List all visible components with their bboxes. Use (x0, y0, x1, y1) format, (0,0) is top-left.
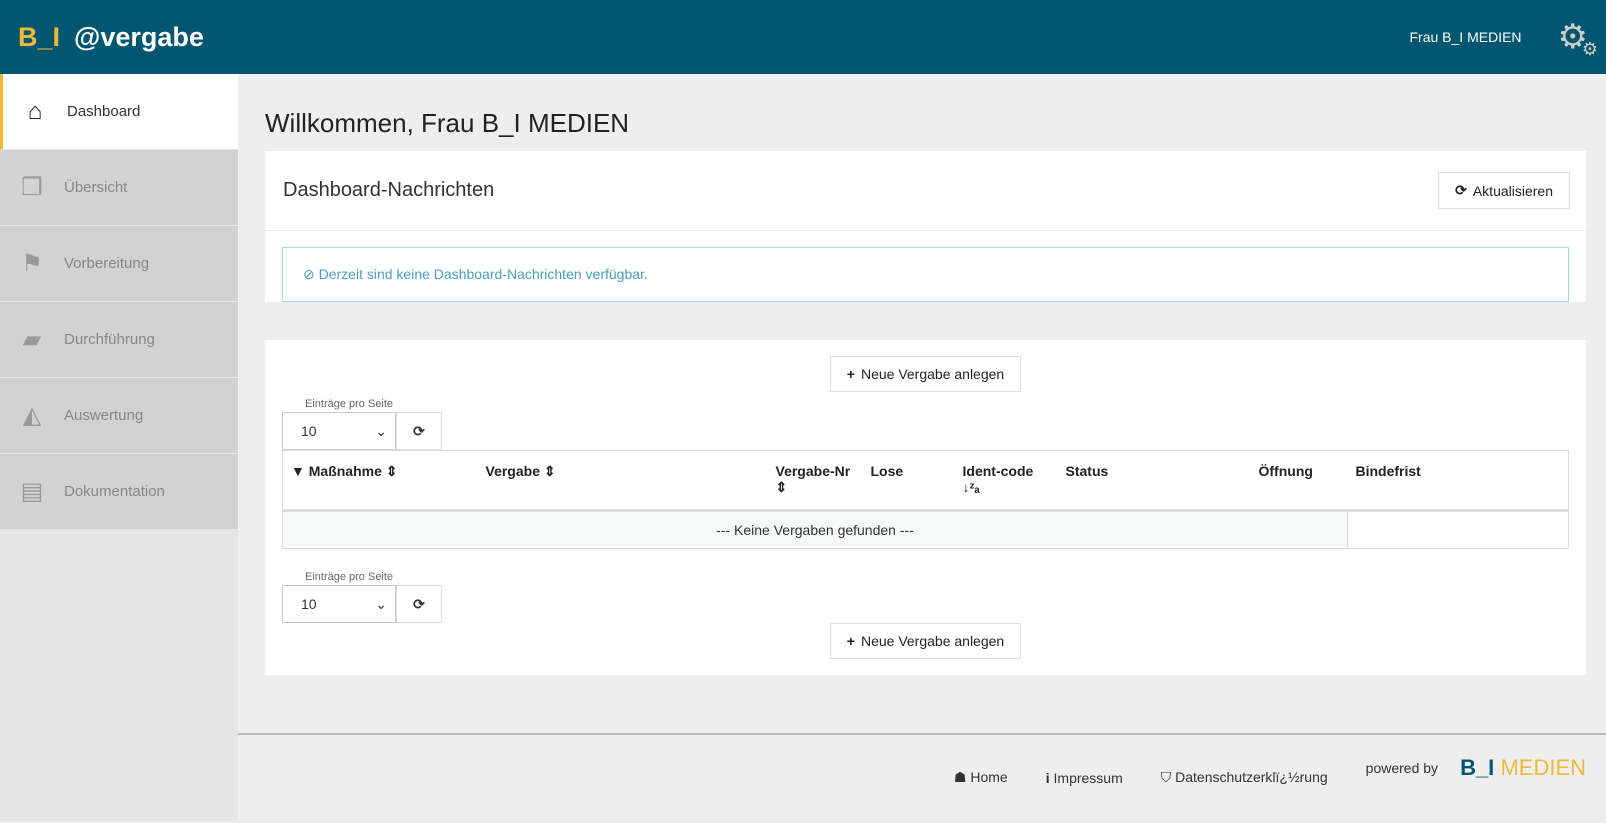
sidebar-item-durchfuehrung[interactable]: ▰ Durchführung (0, 302, 238, 378)
vergaben-panel: + Neue Vergabe anlegen Einträge pro Seite… (265, 340, 1586, 675)
news-panel: Dashboard-Nachrichten ⟳ Aktualisieren ⊘ D… (265, 151, 1586, 302)
vergaben-table: ▼ Maßnahme ⇕ Vergabe ⇕ Vergabe-Nr ⇕ Lose… (282, 450, 1569, 549)
settings-gear-icon[interactable]: ⚙ ⚙ (1558, 20, 1598, 58)
per-page-select-bottom[interactable]: 10 ⌄ (282, 585, 396, 623)
news-title: Dashboard-Nachrichten (283, 179, 495, 201)
home-icon: ⌂ (27, 97, 43, 125)
chevron-down-icon: ⌄ (375, 422, 387, 439)
header: B_I @vergabe Frau B_I MEDIEN ⚙ ⚙ (0, 0, 1606, 74)
footer-home-link[interactable]: ☗ Home (954, 769, 1008, 786)
sidebar-item-dashboard[interactable]: ⌂ Dashboard (0, 74, 238, 150)
ban-icon: ⊘ (303, 266, 315, 282)
book-icon: ▤ (20, 478, 44, 505)
footer: ☗ Home i Impressum ⛉ Datenschutzerklï¿½r… (238, 733, 1606, 823)
col-bindefrist: Bindefrist (1347, 450, 1569, 512)
cubes-icon: ❒ (21, 174, 43, 201)
signpost-icon: ⚑ (21, 250, 43, 277)
new-vergabe-button[interactable]: + Neue Vergabe anlegen (829, 356, 1022, 392)
sidebar-item-auswertung[interactable]: ◭ Auswertung (0, 378, 238, 454)
user-name[interactable]: Frau B_I MEDIEN (1409, 29, 1521, 45)
logo[interactable]: B_I @vergabe (18, 22, 204, 53)
folder-open-icon: ▰ (22, 326, 42, 353)
page-title: Willkommen, Frau B_I MEDIEN (265, 108, 630, 138)
footer-impressum-link[interactable]: i Impressum (1046, 770, 1123, 786)
col-status: Status (1057, 450, 1251, 512)
area-chart-icon: ◭ (22, 402, 42, 429)
plus-icon: + (846, 633, 855, 649)
col-lose: Lose (862, 450, 955, 512)
refresh-button[interactable]: ⟳ Aktualisieren (1438, 172, 1570, 209)
table-refresh-button[interactable]: ⟳ (396, 412, 442, 450)
sidebar: ⌂ Dashboard ❒ Übersicht ⚑ Vorbereitung ▰ Dur… (0, 74, 238, 821)
per-page-select[interactable]: 10 ⌄ (282, 412, 396, 450)
col-vergabe-nr[interactable]: Vergabe-Nr ⇕ (767, 450, 863, 512)
table-refresh-button-bottom[interactable]: ⟳ (396, 585, 442, 623)
col-identcode[interactable]: Ident-code ↓ᶻₐ (954, 450, 1058, 512)
col-massnahme[interactable]: ▼ Maßnahme ⇕ (282, 450, 478, 512)
chevron-down-icon: ⌄ (375, 595, 387, 612)
plus-icon: + (846, 366, 855, 382)
sidebar-item-vorbereitung[interactable]: ⚑ Vorbereitung (0, 226, 238, 302)
col-vergabe[interactable]: Vergabe ⇕ (477, 450, 768, 512)
footer-privacy-link[interactable]: ⛉ Datenschutzerklï¿½rung (1161, 769, 1328, 786)
refresh-icon: ⟳ (1455, 182, 1467, 198)
empty-row: --- Keine Vergaben gefunden --- (282, 510, 1348, 549)
col-oeffnung: Öffnung (1250, 450, 1348, 512)
bi-medien-logo: B_I MEDIEN (1460, 754, 1586, 780)
sidebar-item-dokumentation[interactable]: ▤ Dokumentation (0, 454, 238, 530)
news-empty-alert: ⊘ Derzeit sind keine Dashboard-Nachricht… (282, 247, 1569, 302)
new-vergabe-button-bottom[interactable]: + Neue Vergabe anlegen (829, 623, 1022, 659)
sidebar-item-uebersicht[interactable]: ❒ Übersicht (0, 150, 238, 226)
